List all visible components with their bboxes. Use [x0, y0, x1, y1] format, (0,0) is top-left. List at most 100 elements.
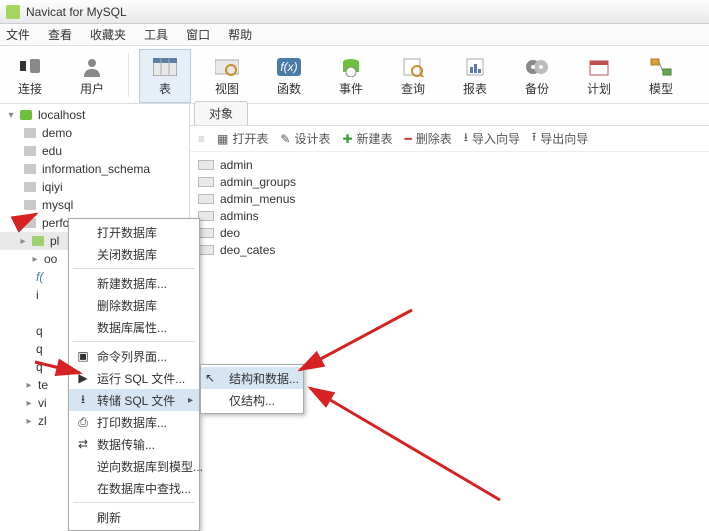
ctx-run-sql-file[interactable]: ▶ 运行 SQL 文件...	[69, 367, 199, 389]
table-name: deo_cates	[220, 243, 275, 257]
minus-icon: ━	[405, 132, 412, 146]
toolbar-backup[interactable]: 备份	[511, 49, 563, 103]
tree-db-label: edu	[40, 144, 62, 158]
action-open-table[interactable]: ▦打开表	[217, 130, 268, 147]
tree-item-label: oo	[44, 252, 57, 266]
menu-view[interactable]: 查看	[48, 26, 72, 43]
table-row[interactable]: admins	[190, 207, 709, 224]
ctx-label: 仅结构...	[229, 392, 275, 409]
tree-db[interactable]: edu	[0, 142, 189, 160]
ctx-sub-structure-only[interactable]: 仅结构...	[201, 389, 303, 411]
toolbar-connection[interactable]: 连接	[4, 49, 56, 103]
ctx-refresh[interactable]: 刷新	[69, 506, 199, 528]
toolbar-report[interactable]: 报表	[449, 49, 501, 103]
action-new-table[interactable]: ✚新建表	[342, 130, 392, 147]
ctx-label: 运行 SQL 文件...	[97, 370, 185, 387]
toolbar-table-label: 表	[159, 80, 171, 97]
ctx-command-line[interactable]: ▣命令列界面...	[69, 345, 199, 367]
table-row[interactable]: admin	[190, 156, 709, 173]
cursor-icon: ↖	[205, 371, 215, 385]
report-icon	[461, 56, 489, 78]
toolbar-view[interactable]: 视图	[201, 49, 253, 103]
table-row[interactable]: deo_cates	[190, 241, 709, 258]
ctx-label: 刷新	[97, 509, 121, 526]
print-icon: ⎙	[75, 414, 91, 430]
transfer-icon: ⇄	[75, 436, 91, 452]
ctx-reverse-to-model[interactable]: 逆向数据库到模型...	[69, 455, 199, 477]
table-icon	[198, 177, 214, 187]
db-icon	[24, 146, 36, 156]
tree-db[interactable]: mysql	[0, 196, 189, 214]
db-icon	[32, 236, 44, 246]
separator	[73, 341, 195, 342]
tree-db-label: information_schema	[40, 162, 150, 176]
toolbar-model[interactable]: 模型	[635, 49, 687, 103]
ctx-label: 打开数据库	[97, 224, 157, 241]
tree-host[interactable]: ▾localhost	[0, 106, 189, 124]
actionbar-prev-icon[interactable]: ≡	[198, 132, 205, 146]
tree-db-label: mysql	[40, 198, 73, 212]
toolbar-function[interactable]: f(x) 函数	[263, 49, 315, 103]
app-icon	[6, 5, 20, 19]
dump-icon: ⭳	[75, 392, 91, 408]
table-row[interactable]: admin_groups	[190, 173, 709, 190]
ctx-label: 数据库属性...	[97, 319, 167, 336]
ctx-dump-sql-file[interactable]: ⭳转储 SQL 文件	[69, 389, 199, 411]
ctx-data-transfer[interactable]: ⇄数据传输...	[69, 433, 199, 455]
table-name: admin_groups	[220, 175, 296, 189]
menubar: 文件 查看 收藏夹 工具 窗口 帮助	[0, 24, 709, 46]
toolbar-table[interactable]: 表	[139, 49, 191, 103]
action-import[interactable]: ⭳导入向导	[464, 128, 520, 149]
menu-tools[interactable]: 工具	[144, 26, 168, 43]
toolbar-user[interactable]: 用户	[66, 49, 118, 103]
action-label: 导出向导	[540, 130, 588, 147]
action-export[interactable]: ⭱导出向导	[532, 128, 588, 149]
menu-file[interactable]: 文件	[6, 26, 30, 43]
toolbar-view-label: 视图	[215, 80, 239, 97]
run-icon: ▶	[75, 370, 91, 386]
action-design-table[interactable]: ✎设计表	[280, 130, 330, 147]
toolbar-query[interactable]: 查询	[387, 49, 439, 103]
ctx-label: 删除数据库	[97, 297, 157, 314]
menu-help[interactable]: 帮助	[228, 26, 252, 43]
tree-db[interactable]: iqiyi	[0, 178, 189, 196]
tab-objects[interactable]: 对象	[194, 101, 248, 125]
ctx-label: 在数据库中查找...	[97, 480, 191, 497]
tree-db[interactable]: demo	[0, 124, 189, 142]
ctx-label: 关闭数据库	[97, 246, 157, 263]
table-row[interactable]: deo	[190, 224, 709, 241]
main-area: 对象 ≡ ▦打开表 ✎设计表 ✚新建表 ━删除表 ⭳导入向导 ⭱导出向导 adm…	[190, 104, 709, 522]
db-icon	[24, 128, 36, 138]
fx-icon: f(x)	[275, 56, 303, 78]
titlebar: Navicat for MySQL	[0, 0, 709, 24]
toolbar-function-label: 函数	[277, 80, 301, 97]
menu-fav[interactable]: 收藏夹	[90, 26, 126, 43]
table-icon	[151, 56, 179, 78]
action-delete-table[interactable]: ━删除表	[405, 130, 452, 147]
tree-item-label: q	[36, 342, 43, 356]
ctx-delete-database[interactable]: 删除数据库	[69, 294, 199, 316]
action-label: 设计表	[294, 130, 330, 147]
table-list: admin admin_groups admin_menus admins de…	[190, 152, 709, 262]
table-name: admins	[220, 209, 259, 223]
ctx-sub-structure-and-data[interactable]: ↖结构和数据...	[201, 367, 303, 389]
action-label: 新建表	[357, 130, 393, 147]
ctx-close-database[interactable]: 关闭数据库	[69, 243, 199, 265]
ctx-database-properties[interactable]: 数据库属性...	[69, 316, 199, 338]
toolbar-schedule[interactable]: 计划	[573, 49, 625, 103]
tree-item-label: q	[36, 324, 43, 338]
ctx-label: 打印数据库...	[97, 414, 167, 431]
toolbar-event-label: 事件	[339, 80, 363, 97]
ctx-new-database[interactable]: 新建数据库...	[69, 272, 199, 294]
tree-db[interactable]: information_schema	[0, 160, 189, 178]
menu-window[interactable]: 窗口	[186, 26, 210, 43]
table-row[interactable]: admin_menus	[190, 190, 709, 207]
ctx-print-database[interactable]: ⎙ 打印数据库...	[69, 411, 199, 433]
toolbar: 连接 用户 表 视图 f(x) 函数 事件 查询 报表 备份 计划 模型	[0, 46, 709, 104]
model-icon	[647, 56, 675, 78]
table-icon	[198, 211, 214, 221]
db-icon	[24, 182, 36, 192]
toolbar-event[interactable]: 事件	[325, 49, 377, 103]
ctx-open-database[interactable]: 打开数据库	[69, 221, 199, 243]
ctx-find-in-database[interactable]: 在数据库中查找...	[69, 477, 199, 499]
